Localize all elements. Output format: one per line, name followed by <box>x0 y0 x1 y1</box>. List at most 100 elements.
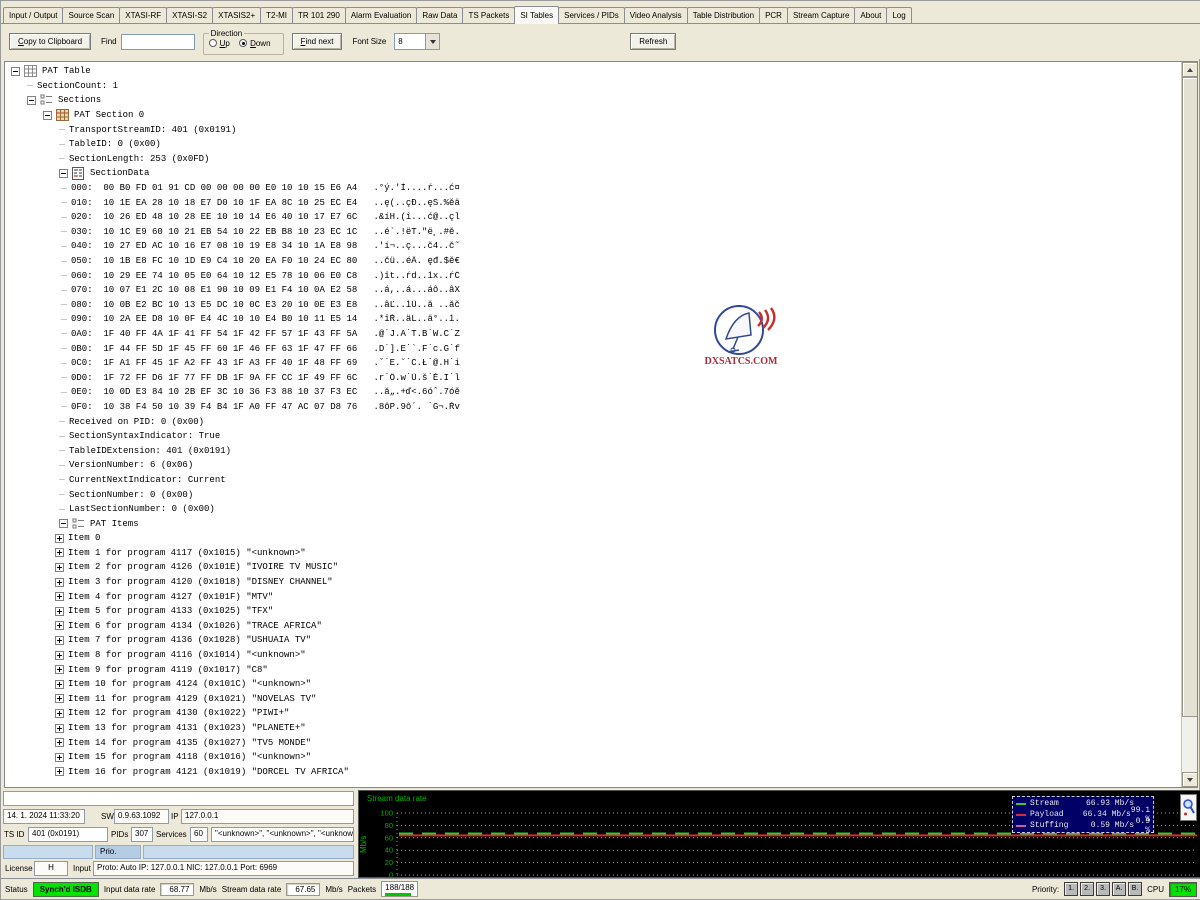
expand-plus-icon[interactable] <box>55 621 64 630</box>
tab-pcr[interactable]: PCR <box>759 7 788 23</box>
hex-dump-row[interactable]: 090: 10 2A EE D8 10 0F E4 4C 10 10 E4 B0… <box>5 312 1177 327</box>
expand-plus-icon[interactable] <box>55 767 64 776</box>
hex-dump-row[interactable]: 0C0: 1F A1 FF 45 1F A2 FF 43 1F A3 FF 40… <box>5 356 1177 371</box>
pat-item-row[interactable]: Item 10 for program 4124 (0x101C) "<unkn… <box>5 677 1177 692</box>
hex-dump-row[interactable]: 040: 10 27 ED AC 10 16 E7 08 10 19 E8 34… <box>5 239 1177 254</box>
tab-alarm-evaluation[interactable]: Alarm Evaluation <box>345 7 417 23</box>
pat-item-row[interactable]: Item 4 for program 4127 (0x101F) "MTV" <box>5 589 1177 604</box>
tab-ts-packets[interactable]: TS Packets <box>462 7 515 23</box>
tab-si-tables[interactable]: SI Tables <box>514 6 559 24</box>
expand-plus-icon[interactable] <box>55 548 64 557</box>
expand-plus-icon[interactable] <box>55 563 64 572</box>
expand-plus-icon[interactable] <box>55 665 64 674</box>
tree-leaf[interactable]: SectionCount: 1 <box>5 79 1177 94</box>
info-top-input[interactable] <box>3 791 354 806</box>
tree-leaf[interactable]: TableID: 0 (0x00) <box>5 137 1177 152</box>
tree-leaf[interactable]: SectionSyntaxIndicator: True <box>5 429 1177 444</box>
expand-plus-icon[interactable] <box>55 724 64 733</box>
tab-xtasi-s2[interactable]: XTASI-S2 <box>166 7 213 23</box>
expand-plus-icon[interactable] <box>55 636 64 645</box>
dropdown-arrow-icon[interactable] <box>425 34 439 49</box>
expand-plus-icon[interactable] <box>55 694 64 703</box>
tree-node[interactable]: Sections <box>5 93 1177 108</box>
pat-item-row[interactable]: Item 12 for program 4130 (0x1022) "PIWI+… <box>5 706 1177 721</box>
pat-item-row[interactable]: Item 8 for program 4116 (0x1014) "<unkno… <box>5 648 1177 663</box>
direction-up-radio[interactable]: Up <box>209 39 230 48</box>
expand-plus-icon[interactable] <box>55 592 64 601</box>
priority-button-1[interactable]: 1. <box>1064 882 1078 896</box>
expand-plus-icon[interactable] <box>55 738 64 747</box>
tree-leaf[interactable]: TransportStreamID: 401 (0x0191) <box>5 122 1177 137</box>
priority-button-A[interactable]: A. <box>1112 882 1126 896</box>
expand-plus-icon[interactable] <box>55 651 64 660</box>
tab-about[interactable]: About <box>854 7 887 23</box>
tree-leaf[interactable]: SectionLength: 253 (0x0FD) <box>5 152 1177 167</box>
pat-item-row[interactable]: Item 9 for program 4119 (0x1017) "C8" <box>5 662 1177 677</box>
direction-down-radio[interactable]: Down <box>239 39 270 48</box>
expand-plus-icon[interactable] <box>55 680 64 689</box>
expand-plus-icon[interactable] <box>55 607 64 616</box>
refresh-button[interactable]: Refresh <box>630 33 676 50</box>
tab-t2-mi[interactable]: T2-MI <box>260 7 293 23</box>
pat-item-row[interactable]: Item 2 for program 4126 (0x101E) "IVOIRE… <box>5 560 1177 575</box>
tab-video-analysis[interactable]: Video Analysis <box>624 7 688 23</box>
hex-dump-row[interactable]: 0E0: 10 0D E3 84 10 2B EF 3C 10 36 F3 88… <box>5 385 1177 400</box>
font-size-select[interactable]: 8 <box>394 33 440 50</box>
collapse-minus-icon[interactable] <box>43 111 52 120</box>
tab-log[interactable]: Log <box>886 7 911 23</box>
priority-button-2[interactable]: 2. <box>1080 882 1094 896</box>
expand-plus-icon[interactable] <box>55 753 64 762</box>
scroll-up-button[interactable] <box>1182 62 1198 77</box>
expand-plus-icon[interactable] <box>55 534 64 543</box>
priority-button-B[interactable]: B. <box>1128 882 1142 896</box>
scroll-down-button[interactable] <box>1182 772 1198 787</box>
tree-leaf[interactable]: Received on PID: 0 (0x00) <box>5 414 1177 429</box>
pat-item-row[interactable]: Item 14 for program 4135 (0x1027) "TV5 M… <box>5 735 1177 750</box>
hex-dump-row[interactable]: 070: 10 07 E1 2C 10 08 E1 90 10 09 E1 F4… <box>5 283 1177 298</box>
tab-tr-101-290[interactable]: TR 101 290 <box>292 7 346 23</box>
pat-item-row[interactable]: Item 1 for program 4117 (0x1015) "<unkno… <box>5 546 1177 561</box>
hex-dump-row[interactable]: 010: 10 1E EA 28 10 18 E7 D0 10 1F EA 8C… <box>5 195 1177 210</box>
tree-leaf[interactable]: SectionNumber: 0 (0x00) <box>5 487 1177 502</box>
priority-button-3[interactable]: 3. <box>1096 882 1110 896</box>
tree-node[interactable]: PAT Items <box>5 516 1177 531</box>
hex-dump-row[interactable]: 020: 10 26 ED 48 10 28 EE 10 10 14 E6 40… <box>5 210 1177 225</box>
pat-item-row[interactable]: Item 6 for program 4134 (0x1026) "TRACE … <box>5 619 1177 634</box>
tab-raw-data[interactable]: Raw Data <box>416 7 463 23</box>
pat-item-row[interactable]: Item 16 for program 4121 (0x1019) "DORCE… <box>5 765 1177 780</box>
find-next-button[interactable]: Find next <box>292 33 343 50</box>
pat-item-row[interactable]: Item 0 <box>5 531 1177 546</box>
tab-stream-capture[interactable]: Stream Capture <box>787 7 855 23</box>
tree-vertical-scrollbar[interactable] <box>1181 62 1197 787</box>
tab-services-pids[interactable]: Services / PIDs <box>558 7 625 23</box>
collapse-minus-icon[interactable] <box>59 169 68 178</box>
tree-node[interactable]: PAT Section 0 <box>5 108 1177 123</box>
hex-dump-row[interactable]: 0D0: 1F 72 FF D6 1F 77 FF DB 1F 9A FF CC… <box>5 370 1177 385</box>
hex-dump-row[interactable]: 0B0: 1F 44 FF 5D 1F 45 FF 60 1F 46 FF 63… <box>5 341 1177 356</box>
pat-item-row[interactable]: Item 7 for program 4136 (0x1028) "USHUAI… <box>5 633 1177 648</box>
tree-node[interactable]: PAT Table <box>5 64 1177 79</box>
tab-xtasis2-[interactable]: XTASIS2+ <box>212 7 261 23</box>
pat-item-row[interactable]: Item 13 for program 4131 (0x1023) "PLANE… <box>5 721 1177 736</box>
expand-plus-icon[interactable] <box>55 578 64 587</box>
pat-item-row[interactable]: Item 11 for program 4129 (0x1021) "NOVEL… <box>5 692 1177 707</box>
hex-dump-row[interactable]: 030: 10 1C E9 60 10 21 EB 54 10 22 EB B8… <box>5 225 1177 240</box>
hex-dump-row[interactable]: 000: 00 B0 FD 01 91 CD 00 00 00 00 E0 10… <box>5 181 1177 196</box>
tab-xtasi-rf[interactable]: XTASI-RF <box>119 7 167 23</box>
hex-dump-row[interactable]: 080: 10 0B E2 BC 10 13 E5 DC 10 0C E3 20… <box>5 298 1177 313</box>
pat-item-row[interactable]: Item 5 for program 4133 (0x1025) "TFX" <box>5 604 1177 619</box>
expand-plus-icon[interactable] <box>55 709 64 718</box>
pat-item-row[interactable]: Item 15 for program 4118 (0x1016) "<unkn… <box>5 750 1177 765</box>
tab-source-scan[interactable]: Source Scan <box>62 7 120 23</box>
collapse-minus-icon[interactable] <box>59 519 68 528</box>
tab-input-output[interactable]: Input / Output <box>3 7 63 23</box>
tree-leaf[interactable]: TableIDExtension: 401 (0x0191) <box>5 443 1177 458</box>
tree-leaf[interactable]: LastSectionNumber: 0 (0x00) <box>5 502 1177 517</box>
hex-dump-row[interactable]: 060: 10 29 EE 74 10 05 E0 64 10 12 E5 78… <box>5 268 1177 283</box>
chart-zoom-button[interactable] <box>1180 794 1197 821</box>
tree-node[interactable]: SectionData <box>5 166 1177 181</box>
copy-to-clipboard-button[interactable]: Copy to Clipboard <box>9 33 91 50</box>
hex-dump-row[interactable]: 050: 10 1B E8 FC 10 1D E9 C4 10 20 EA F0… <box>5 254 1177 269</box>
hex-dump-row[interactable]: 0F0: 10 38 F4 50 10 39 F4 B4 1F A0 FF 47… <box>5 400 1177 415</box>
hex-dump-row[interactable]: 0A0: 1F 40 FF 4A 1F 41 FF 54 1F 42 FF 57… <box>5 327 1177 342</box>
